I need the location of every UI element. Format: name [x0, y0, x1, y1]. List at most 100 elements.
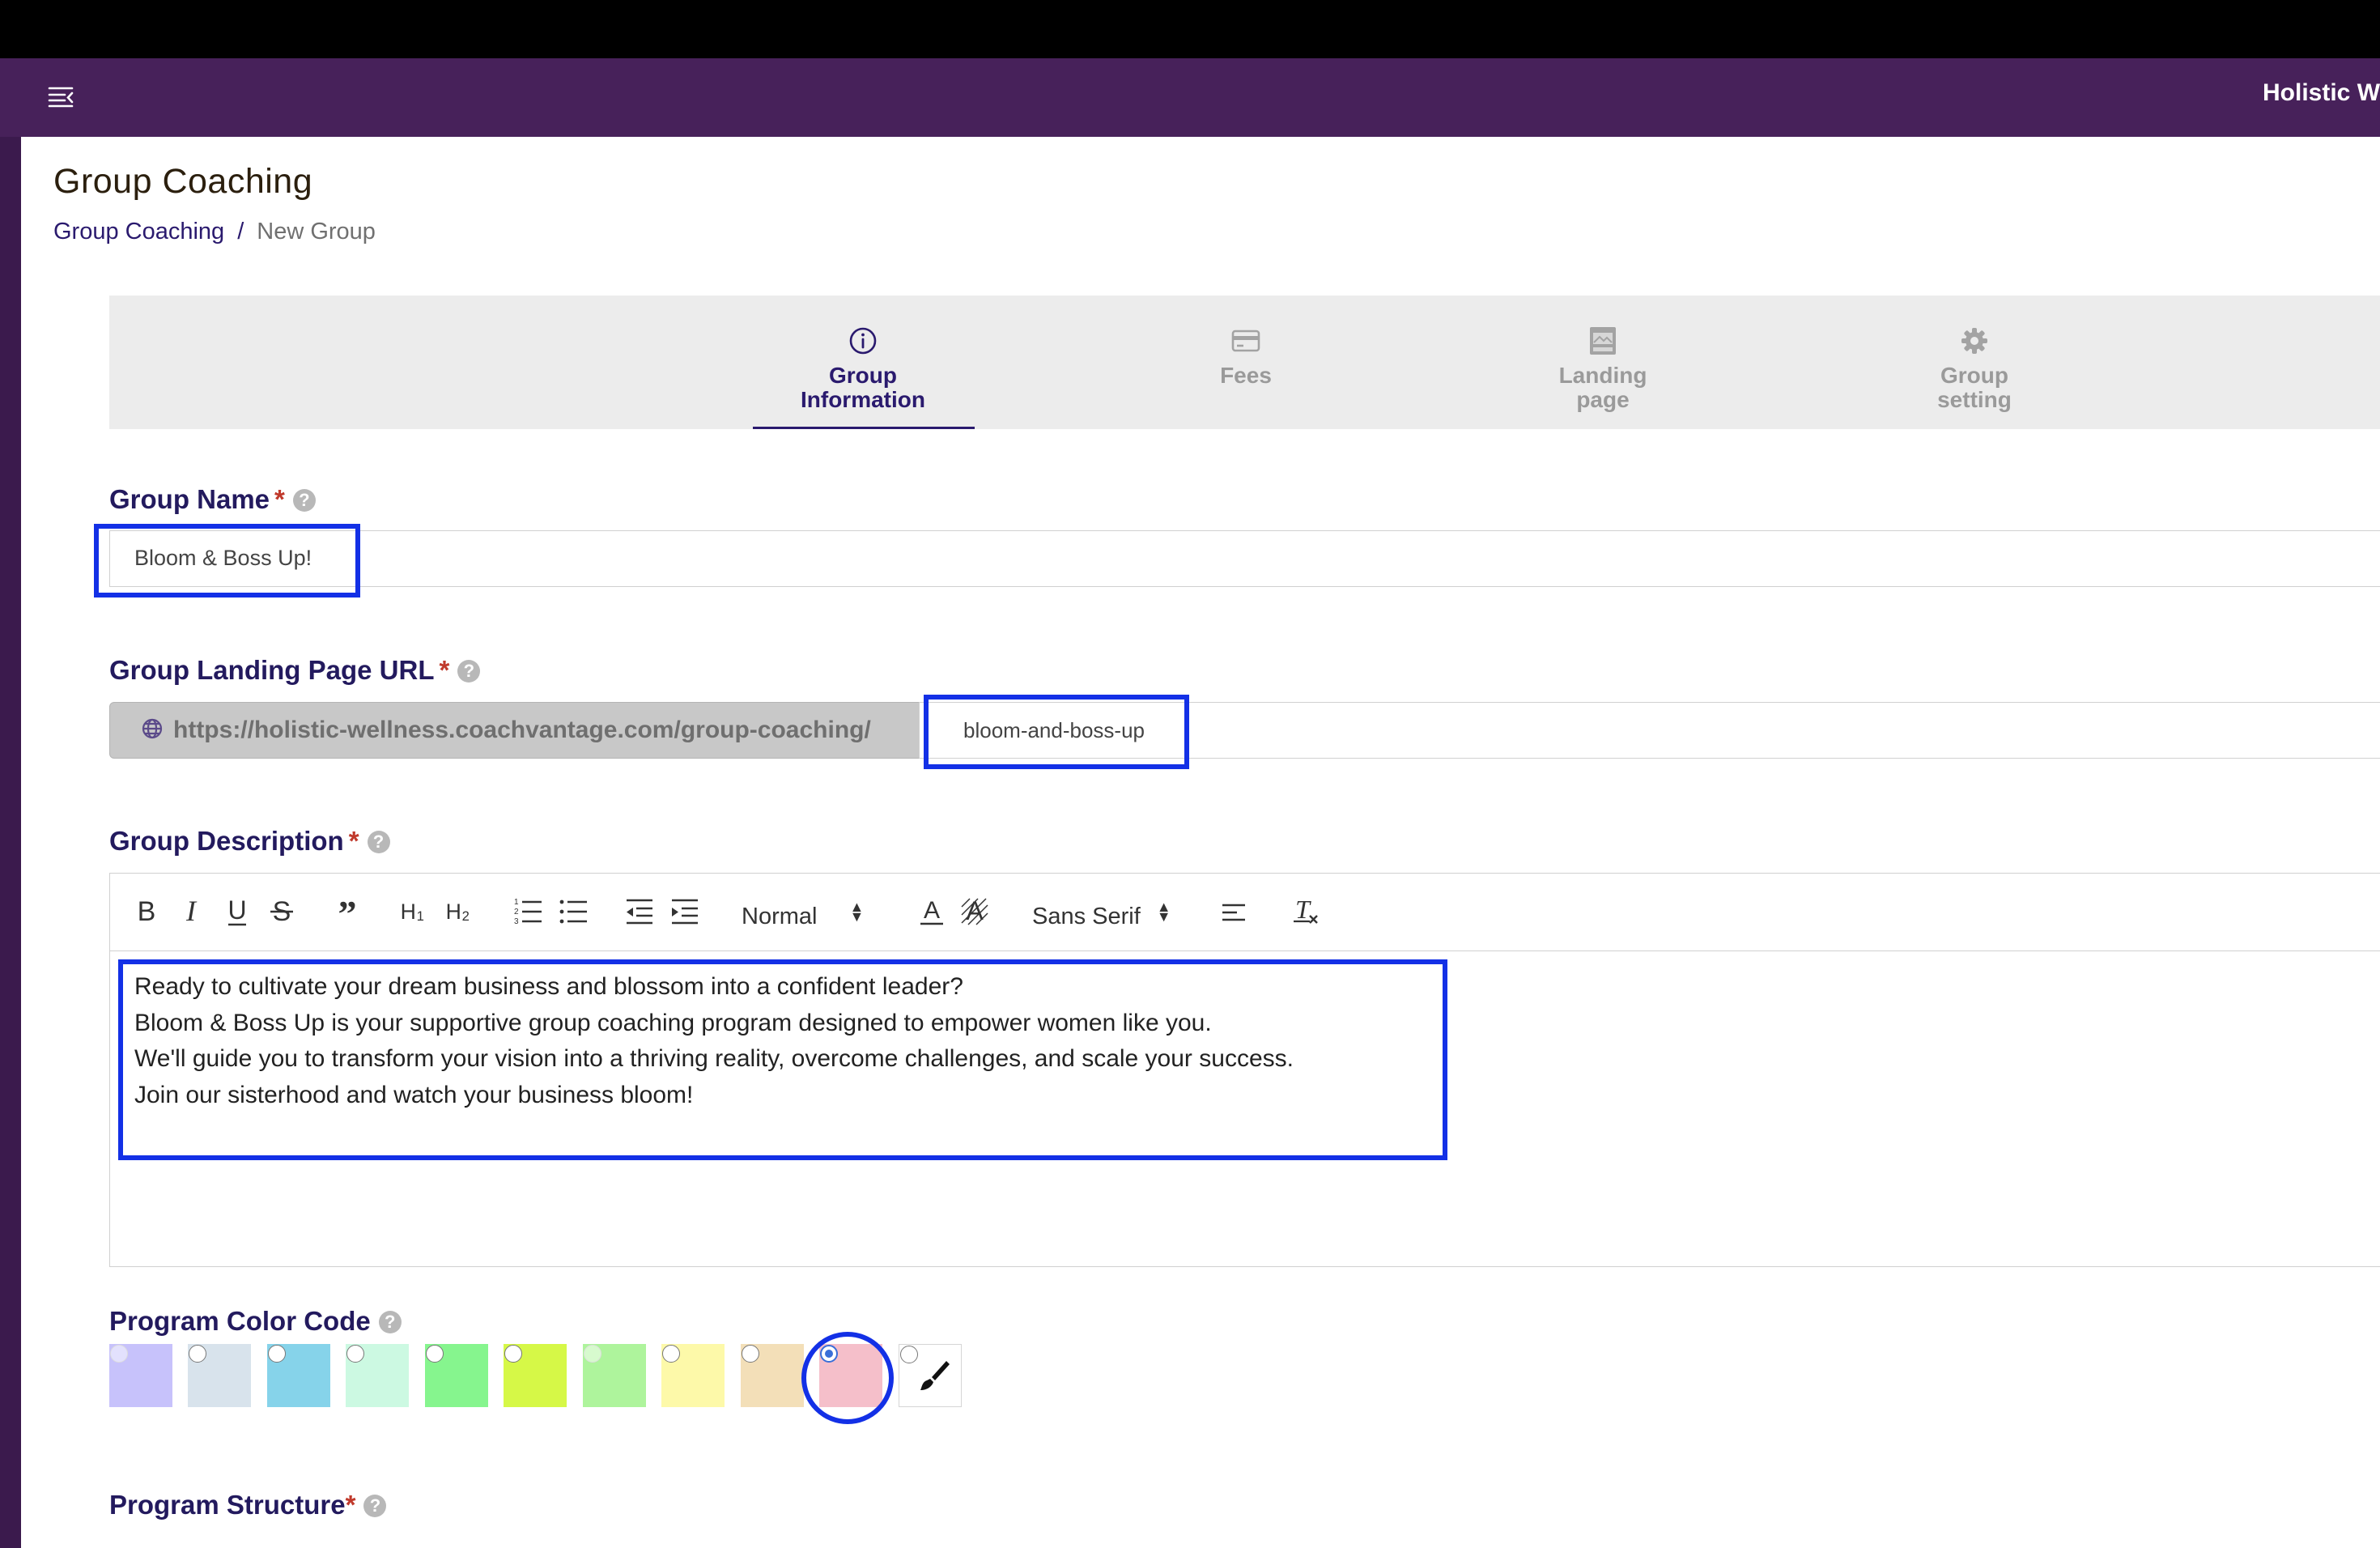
color-radio[interactable] [584, 1345, 601, 1363]
color-radio[interactable] [346, 1345, 364, 1363]
tab-group-information[interactable]: Group Information [758, 325, 968, 412]
description-line: Ready to cultivate your dream business a… [134, 973, 963, 1000]
color-swatch[interactable] [504, 1344, 567, 1407]
strikethrough-button[interactable]: S [266, 893, 298, 930]
tab-label: Group Information [801, 363, 925, 412]
description-line: We'll guide you to transform your vision… [134, 1045, 1294, 1072]
svg-text:1: 1 [417, 908, 424, 924]
svg-text:H: H [401, 899, 416, 924]
brand-name[interactable]: Holistic W [2263, 79, 2380, 107]
bold-button[interactable]: B [130, 893, 163, 930]
url-prefix-text: https://holistic-wellness.coachvantage.c… [173, 717, 871, 743]
help-icon[interactable]: ? [378, 1311, 402, 1333]
svg-text:2: 2 [514, 908, 519, 916]
color-swatch[interactable] [109, 1344, 172, 1407]
editor-toolbar: B I U S ” H1 H2 123 Normal▲▼ A A Sans Se… [110, 874, 2380, 951]
credit-card-icon [1231, 330, 1260, 352]
color-swatch[interactable] [661, 1344, 725, 1407]
color-swatch[interactable] [188, 1344, 251, 1407]
svg-text:B: B [138, 896, 156, 927]
group-name-value: Bloom & Boss Up! [134, 546, 312, 570]
color-radio-selected[interactable] [820, 1345, 838, 1363]
landing-url-label: Group Landing Page URL *? [109, 655, 481, 686]
heading-select[interactable]: Normal ▲ ▼ [742, 893, 865, 930]
breadcrumb-separator: / [237, 219, 244, 245]
top-black-band [0, 0, 2380, 58]
svg-text:T: T [1295, 895, 1311, 924]
color-swatch[interactable] [346, 1344, 409, 1407]
group-description-label: Group Description *? [109, 826, 390, 857]
description-editor[interactable]: B I U S ” H1 H2 123 Normal▲▼ A A Sans Se… [109, 873, 2380, 1267]
group-name-label: Group Name *? [109, 484, 316, 515]
color-radio[interactable] [504, 1345, 522, 1363]
wizard-tabs: Group Information Fees Landing page Group s… [109, 296, 2380, 429]
tab-group-setting[interactable]: Group setting [1869, 325, 2080, 412]
align-button[interactable] [1218, 893, 1250, 930]
color-swatch[interactable] [583, 1344, 646, 1407]
indent-button[interactable] [669, 893, 701, 930]
menu-toggle-icon[interactable] [45, 81, 78, 113]
program-color-code-label: Program Color Code? [109, 1306, 402, 1337]
svg-text:A: A [924, 897, 940, 924]
help-icon[interactable]: ? [363, 1495, 387, 1517]
help-icon[interactable]: ? [457, 660, 481, 683]
blockquote-button[interactable]: ” [331, 893, 363, 930]
color-swatch-selected[interactable] [819, 1344, 882, 1407]
bullet-list-button[interactable] [558, 893, 590, 930]
heading1-button[interactable]: H1 [396, 893, 435, 930]
select-arrows-icon: ▲ ▼ [849, 899, 865, 925]
page-title: Group Coaching [53, 162, 313, 201]
svg-text:”: ” [338, 895, 357, 928]
landing-url-slug-value: bloom-and-boss-up [963, 718, 1145, 742]
breadcrumb: Group Coaching / New Group [53, 219, 376, 245]
color-radio[interactable] [189, 1345, 206, 1363]
clear-format-button[interactable]: T [1289, 893, 1321, 930]
description-line: Join our sisterhood and watch your busin… [134, 1081, 694, 1108]
top-navbar [0, 58, 2380, 137]
outdent-button[interactable] [623, 893, 656, 930]
svg-text:U: U [227, 895, 246, 925]
ordered-list-button[interactable]: 123 [512, 893, 545, 930]
active-tab-indicator [753, 427, 975, 429]
svg-text:1: 1 [514, 898, 519, 907]
color-radio[interactable] [662, 1345, 680, 1363]
custom-color-button[interactable] [899, 1344, 962, 1407]
gear-icon [1961, 328, 1987, 354]
help-icon[interactable]: ? [367, 831, 390, 853]
background-color-button[interactable]: A [958, 893, 991, 930]
svg-text:2: 2 [462, 908, 470, 924]
svg-text:3: 3 [514, 917, 519, 926]
font-select[interactable]: Sans Serif ▲ ▼ [1032, 893, 1202, 930]
text-color-button[interactable]: A [916, 893, 948, 930]
select-arrows-icon: ▲ ▼ [1156, 899, 1171, 925]
breadcrumb-group-coaching-link[interactable]: Group Coaching [53, 219, 224, 245]
tab-label: Group setting [1937, 363, 2012, 412]
heading2-button[interactable]: H2 [441, 893, 480, 930]
underline-button[interactable]: U [221, 893, 253, 930]
sidebar-strip [0, 137, 21, 1548]
color-swatch[interactable] [425, 1344, 488, 1407]
svg-text:I: I [185, 895, 198, 927]
group-name-input[interactable]: Bloom & Boss Up! [109, 530, 2380, 587]
color-swatch[interactable] [741, 1344, 804, 1407]
description-line: Bloom & Boss Up is your supportive group… [134, 1009, 1212, 1036]
url-prefix: https://holistic-wellness.coachvantage.c… [109, 702, 920, 759]
tab-fees[interactable]: Fees [1141, 325, 1351, 388]
tab-landing-page[interactable]: Landing page [1498, 325, 1708, 412]
color-radio[interactable] [426, 1345, 444, 1363]
help-icon[interactable]: ? [292, 489, 316, 512]
color-radio[interactable] [110, 1345, 128, 1363]
paintbrush-icon [920, 1361, 950, 1390]
color-swatch[interactable] [267, 1344, 330, 1407]
description-content[interactable]: Ready to cultivate your dream business a… [134, 969, 1294, 1113]
webpage-icon [1590, 327, 1616, 355]
tab-label: Fees [1220, 363, 1272, 388]
landing-url-slug-input[interactable]: bloom-and-boss-up [919, 702, 2380, 759]
italic-button[interactable]: I [175, 893, 207, 930]
program-structure-label: Program Structure*? [109, 1490, 387, 1520]
breadcrumb-current: New Group [257, 219, 376, 245]
info-icon [849, 327, 877, 355]
svg-text:H: H [446, 899, 461, 924]
color-radio[interactable] [742, 1345, 759, 1363]
color-radio[interactable] [268, 1345, 286, 1363]
